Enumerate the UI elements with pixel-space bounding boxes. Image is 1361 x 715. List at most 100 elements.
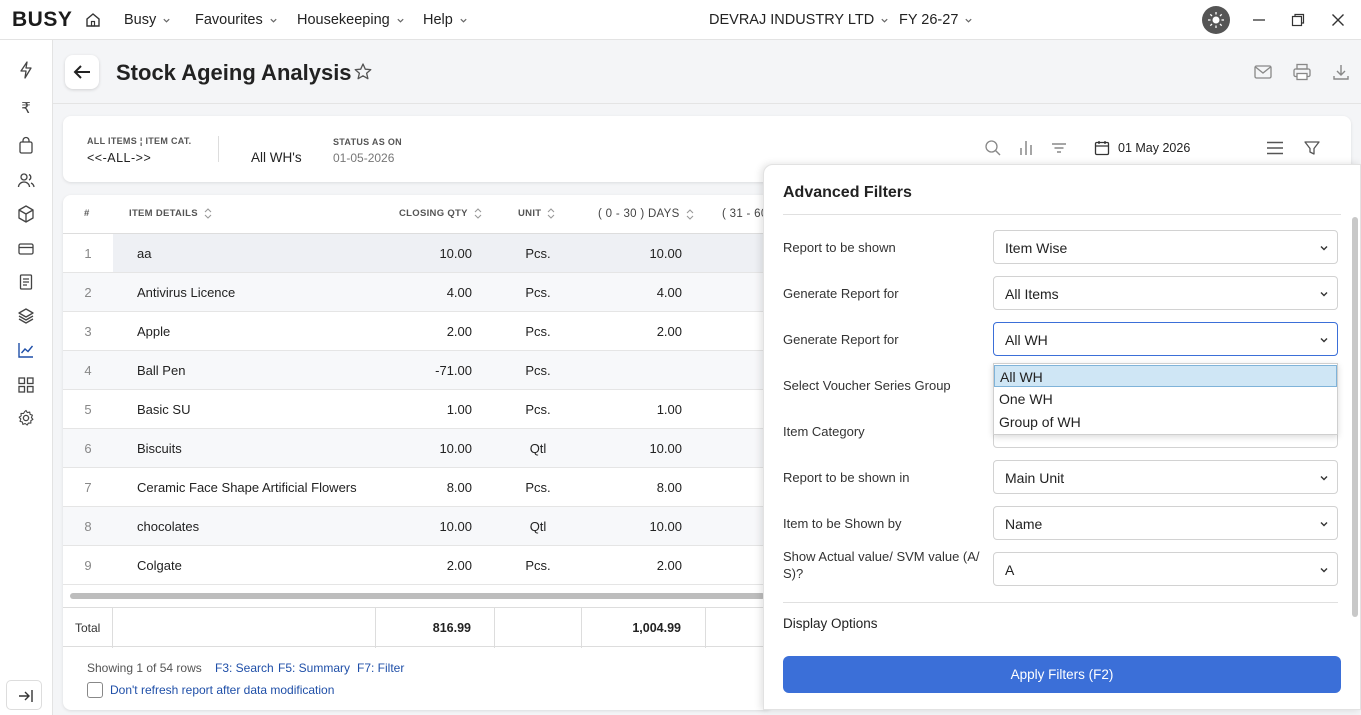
search-icon[interactable] [984, 139, 1002, 157]
header-item-details[interactable]: ITEM DETAILS [129, 208, 212, 219]
table-row[interactable]: 8 chocolates 10.00 Qtl 10.00 [63, 507, 763, 546]
close-icon[interactable] [1331, 13, 1345, 27]
f5-summary-link[interactable]: F5: Summary [278, 661, 350, 675]
header-label: # [84, 208, 90, 219]
sort-icon [474, 208, 482, 219]
field-select[interactable]: A [993, 552, 1338, 586]
unit: Qtl [529, 519, 547, 534]
header-closing-qty[interactable]: CLOSING QTY [399, 208, 482, 219]
layers-icon[interactable] [16, 306, 36, 326]
closing-qty: 10.00 [439, 441, 472, 456]
closing-qty: 2.00 [446, 558, 472, 573]
bag-icon[interactable] [16, 136, 36, 156]
status-date: 01-05-2026 [333, 151, 395, 165]
closing-qty: 10.00 [439, 519, 472, 534]
f7-filter-link[interactable]: F7: Filter [357, 661, 404, 675]
items-value[interactable]: <<-ALL->> [87, 151, 151, 165]
select-value: Main Unit [1005, 470, 1065, 486]
field-select[interactable]: Main Unit [993, 460, 1338, 494]
users-icon[interactable] [16, 170, 36, 190]
date-picker[interactable]: 01 May 2026 [1118, 141, 1190, 155]
header-31-60-days[interactable]: ( 31 - 60 [722, 208, 768, 220]
row-number: 7 [84, 480, 92, 495]
card-icon[interactable] [16, 239, 36, 259]
theme-toggle-icon[interactable] [1202, 6, 1230, 34]
filter-icon[interactable] [1303, 139, 1321, 157]
f3-search-link[interactable]: F3: Search [215, 661, 274, 675]
unit: Pcs. [525, 285, 551, 300]
closing-qty: 2.00 [446, 324, 472, 339]
table-row[interactable]: 7 Ceramic Face Shape Artificial Flowers 8.… [63, 468, 763, 507]
divider [783, 602, 1338, 603]
table-row[interactable]: 3 Apple 2.00 Pcs. 2.00 [63, 312, 763, 351]
expand-sidebar-icon[interactable] [6, 680, 42, 710]
menu-favourites[interactable]: Favourites [195, 12, 278, 28]
menu-label: Busy [124, 12, 157, 28]
dropdown-option-group-of-wh[interactable]: Group of WH [994, 411, 1337, 433]
header-unit[interactable]: UNIT [518, 208, 555, 219]
calendar-icon[interactable] [1094, 140, 1110, 156]
status-caption: STATUS AS ON [333, 137, 402, 147]
field-label: Generate Report for [783, 286, 899, 301]
panel-scrollbar[interactable] [1352, 217, 1358, 617]
home-icon[interactable] [85, 12, 101, 28]
apply-filters-button[interactable]: Apply Filters (F2) [783, 656, 1341, 693]
table-row[interactable]: 9 Colgate 2.00 Pcs. 2.00 [63, 546, 763, 585]
refresh-checkbox[interactable] [87, 682, 103, 698]
table-row[interactable]: 5 Basic SU 1.00 Pcs. 1.00 [63, 390, 763, 429]
mail-icon[interactable] [1253, 62, 1273, 82]
sort-lines-icon[interactable] [1050, 139, 1068, 157]
back-button[interactable] [65, 55, 99, 89]
restore-icon[interactable] [1291, 13, 1305, 27]
chevron-down-icon [1320, 246, 1328, 251]
field-label: Select Voucher Series Group [783, 378, 951, 393]
gear-icon[interactable] [16, 408, 36, 428]
table-row[interactable]: 1 aa 10.00 Pcs. 10.00 [63, 234, 763, 273]
chevron-down-icon [881, 18, 888, 23]
menu-lines-icon[interactable] [1266, 139, 1284, 157]
menu-housekeeping[interactable]: Housekeeping [297, 12, 405, 28]
table-row[interactable]: 6 Biscuits 10.00 Qtl 10.00 [63, 429, 763, 468]
warehouse-value[interactable]: All WH's [251, 150, 302, 165]
header-label: ITEM DETAILS [129, 208, 198, 219]
unit: Pcs. [525, 480, 551, 495]
select-value: All Items [1005, 286, 1059, 302]
lightning-icon[interactable] [16, 60, 36, 80]
field-select[interactable]: All Items [993, 276, 1338, 310]
days-0-30: 4.00 [656, 285, 682, 300]
dropdown-option-all-wh[interactable]: All WH [994, 365, 1337, 387]
fy-selector[interactable]: FY 26-27 [899, 12, 973, 28]
document-icon[interactable] [16, 272, 36, 292]
dropdown-option-one-wh[interactable]: One WH [994, 388, 1337, 410]
table-row[interactable]: 2 Antivirus Licence 4.00 Pcs. 4.00 [63, 273, 763, 312]
company-selector[interactable]: DEVRAJ INDUSTRY LTD [709, 12, 889, 28]
minimize-icon[interactable] [1252, 13, 1266, 27]
bar-chart-icon[interactable] [1017, 139, 1035, 157]
grid-icon[interactable] [16, 375, 36, 395]
download-icon[interactable] [1331, 62, 1351, 82]
menu-label: Housekeeping [297, 12, 390, 28]
menu-help[interactable]: Help [423, 12, 468, 28]
chevron-down-icon [163, 18, 170, 23]
print-icon[interactable] [1292, 62, 1312, 82]
horizontal-scrollbar[interactable] [70, 593, 765, 599]
closing-qty: 4.00 [446, 285, 472, 300]
field-select[interactable]: Name [993, 506, 1338, 540]
reports-chart-icon[interactable] [16, 340, 36, 360]
menu-label: Favourites [195, 12, 263, 28]
menu-busy[interactable]: Busy [124, 12, 171, 28]
rows-count: Showing 1 of 54 rows [87, 661, 202, 675]
box-icon[interactable] [16, 204, 36, 224]
divider [112, 608, 113, 648]
field-select[interactable]: All WH [993, 322, 1338, 356]
table-row[interactable]: 4 Ball Pen -71.00 Pcs. [63, 351, 763, 390]
refresh-checkbox-label[interactable]: Don't refresh report after data modifica… [110, 683, 334, 697]
rupee-icon[interactable]: ₹ [16, 98, 36, 118]
option-label: One WH [999, 391, 1053, 407]
field-select[interactable]: Item Wise [993, 230, 1338, 264]
days-0-30: 10.00 [649, 441, 682, 456]
item-name: Biscuits [137, 441, 182, 456]
header-0-30-days[interactable]: ( 0 - 30 ) DAYS [598, 208, 694, 220]
star-icon[interactable] [353, 62, 373, 82]
items-caption: ALL ITEMS ¦ ITEM CAT. [87, 136, 192, 146]
